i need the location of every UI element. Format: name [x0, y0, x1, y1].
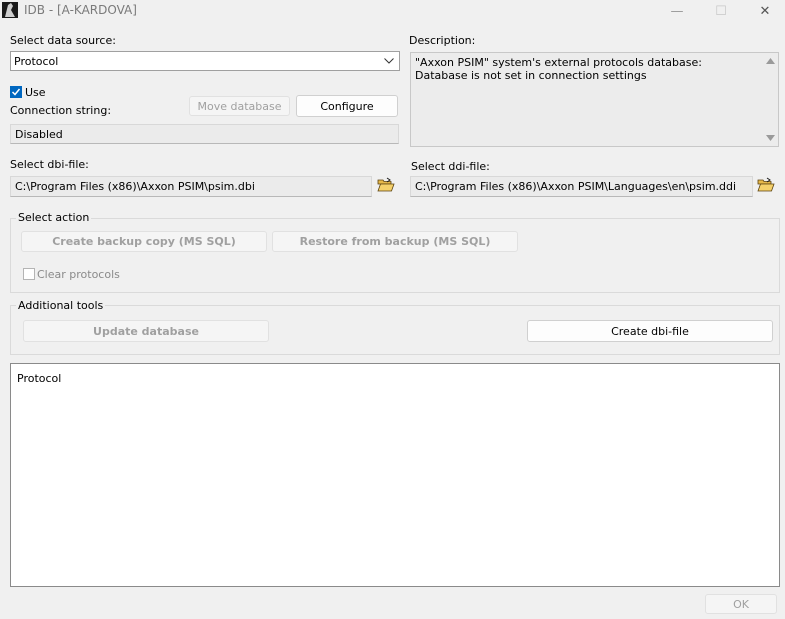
scroll-down-icon[interactable]: [766, 135, 775, 141]
dbi-file-field[interactable]: C:\Program Files (x86)\Axxon PSIM\psim.d…: [10, 176, 372, 197]
log-text: Protocol: [17, 372, 62, 385]
ddi-file-label: Select ddi-file:: [411, 160, 490, 173]
connection-string-field: Disabled: [10, 124, 399, 144]
clear-protocols-checkbox[interactable]: [23, 268, 35, 280]
maximize-icon: ☐: [715, 3, 727, 19]
data-source-value: Protocol: [14, 55, 59, 68]
description-line1: "Axxon PSIM" system's external protocols…: [415, 56, 702, 69]
select-action-group: [10, 218, 780, 293]
description-label: Description:: [409, 34, 476, 47]
chevron-down-icon: [384, 58, 394, 64]
open-folder-icon: [377, 177, 395, 192]
configure-button[interactable]: Configure: [296, 95, 398, 117]
protocol-log[interactable]: Protocol: [10, 363, 780, 587]
create-dbi-file-button[interactable]: Create dbi-file: [527, 320, 773, 342]
create-backup-button[interactable]: Create backup copy (MS SQL): [21, 231, 267, 252]
connection-string-label: Connection string:: [10, 104, 112, 117]
minimize-icon: —: [670, 3, 684, 19]
browse-dbi-button[interactable]: [377, 177, 397, 195]
ok-button[interactable]: OK: [705, 594, 777, 614]
title-bar: IDB - [A-KARDOVA] — ☐ ✕: [0, 0, 785, 22]
move-database-button[interactable]: Move database: [189, 96, 290, 116]
data-source-select[interactable]: Protocol: [10, 51, 400, 71]
scroll-up-icon[interactable]: [766, 58, 775, 64]
dbi-file-label: Select dbi-file:: [10, 158, 89, 171]
checkmark-icon: [11, 88, 21, 96]
data-source-label: Select data source:: [10, 34, 116, 47]
maximize-button: ☐: [698, 0, 744, 22]
restore-backup-button[interactable]: Restore from backup (MS SQL): [272, 231, 518, 252]
use-label: Use: [25, 86, 46, 99]
select-action-title: Select action: [16, 211, 92, 224]
use-checkbox[interactable]: [10, 86, 22, 98]
close-button[interactable]: ✕: [742, 0, 785, 22]
window-title: IDB - [A-KARDOVA]: [24, 3, 137, 17]
minimize-button[interactable]: —: [654, 0, 700, 22]
open-folder-icon: [757, 177, 775, 192]
clear-protocols-label: Clear protocols: [37, 268, 120, 281]
close-icon: ✕: [759, 3, 771, 19]
description-line2: Database is not set in connection settin…: [415, 69, 647, 82]
update-database-button[interactable]: Update database: [23, 320, 269, 342]
description-box: "Axxon PSIM" system's external protocols…: [410, 52, 779, 147]
ddi-file-field[interactable]: C:\Program Files (x86)\Axxon PSIM\Langua…: [410, 176, 753, 197]
additional-tools-title: Additional tools: [16, 299, 106, 312]
browse-ddi-button[interactable]: [757, 177, 777, 195]
app-icon: [2, 2, 18, 18]
